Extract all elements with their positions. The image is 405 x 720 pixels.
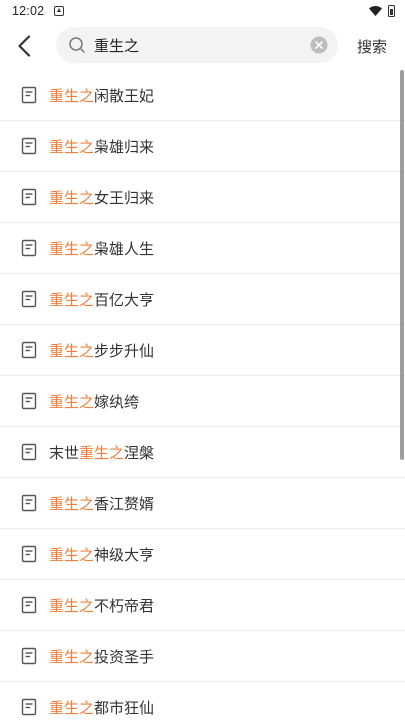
status-bar: 12:02 (0, 0, 405, 22)
search-result-item[interactable]: 重生之枭雄归来 (0, 121, 405, 172)
result-title-match: 重生之 (49, 239, 95, 258)
result-title-suffix: 都市狂仙 (94, 698, 155, 717)
book-icon (21, 596, 37, 614)
result-title-match: 重生之 (49, 494, 95, 513)
wifi-icon (369, 6, 382, 16)
status-time: 12:02 (12, 4, 45, 18)
result-title-match: 重生之 (49, 596, 95, 615)
result-title-suffix: 百亿大亨 (94, 290, 155, 309)
search-results-list: 重生之闲散王妃 重生之枭雄归来 重生之女王归来 重生之枭雄人生 重生之百亿大亨 … (0, 70, 405, 720)
result-title-match: 重生之 (49, 647, 95, 666)
search-button[interactable]: 搜索 (350, 22, 394, 70)
result-title: 重生之闲散王妃 (49, 85, 154, 106)
search-input[interactable] (94, 36, 310, 54)
book-icon (21, 494, 37, 512)
search-result-item[interactable]: 重生之嫁纨绔 (0, 376, 405, 427)
result-title-match: 重生之 (49, 188, 95, 207)
result-title-suffix: 不朽帝君 (94, 596, 155, 615)
result-title-suffix: 女王归来 (94, 188, 155, 207)
search-result-item[interactable]: 重生之投资圣手 (0, 631, 405, 682)
result-title: 重生之都市狂仙 (49, 697, 154, 718)
clear-icon[interactable] (310, 36, 328, 54)
result-title: 重生之香江赘婿 (49, 493, 154, 514)
result-title-match: 重生之 (49, 392, 95, 411)
result-title: 重生之投资圣手 (49, 646, 154, 667)
search-header: 搜索 (0, 22, 405, 70)
result-title-suffix: 枭雄归来 (94, 137, 155, 156)
book-icon (21, 86, 37, 104)
result-title: 重生之不朽帝君 (49, 595, 154, 616)
result-title: 重生之枭雄归来 (49, 136, 154, 157)
search-result-item[interactable]: 重生之闲散王妃 (0, 70, 405, 121)
result-title: 重生之枭雄人生 (49, 238, 154, 259)
search-result-item[interactable]: 重生之都市狂仙 (0, 682, 405, 720)
result-title-suffix: 投资圣手 (94, 647, 155, 666)
book-icon (21, 290, 37, 308)
search-result-item[interactable]: 重生之神级大亨 (0, 529, 405, 580)
book-icon (21, 341, 37, 359)
result-title-suffix: 香江赘婿 (94, 494, 155, 513)
result-title-match: 重生之 (49, 545, 95, 564)
back-button[interactable] (0, 22, 48, 70)
search-icon (69, 37, 85, 53)
search-result-item[interactable]: 重生之香江赘婿 (0, 478, 405, 529)
result-title-suffix: 嫁纨绔 (94, 392, 140, 411)
result-title: 重生之步步升仙 (49, 340, 154, 361)
notification-app-icon (54, 6, 65, 16)
result-title: 重生之百亿大亨 (49, 289, 154, 310)
book-icon (21, 239, 37, 257)
result-title-match: 重生之 (49, 698, 95, 717)
result-title-suffix: 涅槃 (124, 443, 155, 462)
book-icon (21, 647, 37, 665)
search-result-item[interactable]: 重生之不朽帝君 (0, 580, 405, 631)
book-icon (21, 392, 37, 410)
book-icon (21, 545, 37, 563)
status-icons (369, 5, 395, 17)
search-result-item[interactable]: 末世重生之涅槃 (0, 427, 405, 478)
book-icon (21, 137, 37, 155)
scrollbar[interactable] (400, 70, 404, 460)
book-icon (21, 443, 37, 461)
result-title: 重生之神级大亨 (49, 544, 154, 565)
result-title-suffix: 步步升仙 (94, 341, 155, 360)
result-title-match: 重生之 (49, 290, 95, 309)
book-icon (21, 698, 37, 716)
back-arrow-icon (18, 35, 31, 57)
result-title-match: 重生之 (49, 137, 95, 156)
result-title: 末世重生之涅槃 (49, 442, 154, 463)
result-title: 重生之女王归来 (49, 187, 154, 208)
result-title-match: 重生之 (49, 86, 95, 105)
result-title-suffix: 枭雄人生 (94, 239, 155, 258)
book-icon (21, 188, 37, 206)
result-title-prefix: 末世 (49, 443, 80, 462)
search-box[interactable] (56, 27, 338, 63)
result-title-match: 重生之 (49, 341, 95, 360)
search-result-item[interactable]: 重生之枭雄人生 (0, 223, 405, 274)
search-result-item[interactable]: 重生之百亿大亨 (0, 274, 405, 325)
result-title-match: 重生之 (79, 443, 125, 462)
result-title-suffix: 神级大亨 (94, 545, 155, 564)
battery-icon (388, 5, 395, 17)
result-title-suffix: 闲散王妃 (94, 86, 155, 105)
search-result-item[interactable]: 重生之女王归来 (0, 172, 405, 223)
result-title: 重生之嫁纨绔 (49, 391, 139, 412)
search-result-item[interactable]: 重生之步步升仙 (0, 325, 405, 376)
